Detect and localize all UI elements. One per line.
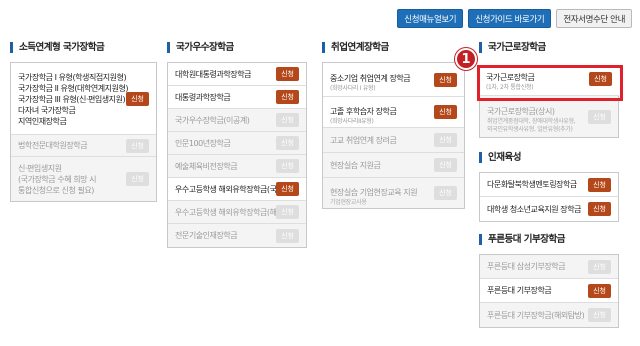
apply-button[interactable]: 신청 [276, 67, 299, 81]
scholarship-row: 전문기술인재장학금 신청 [168, 224, 306, 247]
apply-button-disabled: 신청 [126, 172, 149, 186]
row-label: 법학전문대학원장학금 [18, 141, 88, 150]
apply-button-disabled: 신청 [276, 205, 299, 219]
row-sub: 취업연계중점대학, 장애대학생사유형, [487, 118, 576, 125]
group-line: 지역인재장학금 [18, 116, 67, 126]
row-label: 예술체육비전장학금 [175, 161, 238, 171]
row-label: 고졸 후학습자 장학금 [330, 106, 397, 116]
apply-button[interactable]: 신청 [434, 72, 457, 87]
step-marker: 1 [455, 48, 477, 70]
apply-button[interactable]: 신청 [588, 177, 611, 192]
apply-button[interactable]: 신청 [434, 105, 457, 119]
row-label: 다문화탈북학생멘토링장학금 [487, 180, 577, 189]
e-sign-guide-button[interactable]: 전자서명수단 안내 [556, 9, 632, 28]
group-line: 국가장학금 I 유형(학생직접지원형) [18, 72, 127, 82]
employment-list: 중소기업 취업연계 장학금 (희망사다리 I 유형) 신청 고졸 후학습자 장학… [322, 62, 465, 209]
employment-section-title: 취업연계장학금 [322, 42, 465, 53]
row-label: 우수고등학생 해외유학장학금(해외) [175, 207, 287, 217]
scholarship-row: 고교 취업연계 장려금 신청 [323, 128, 464, 153]
scholarship-row: 국가우수장학금(이공계) 신청 [168, 109, 306, 132]
scholarship-row[interactable]: 대학생 청소년교육지원 장학금 신청 [480, 197, 618, 221]
row-label: 국가근로장학금(상시) [487, 107, 555, 116]
row-label: 중소기업 취업연계 장학금 [330, 74, 411, 83]
apply-button-disabled: 신청 [588, 109, 611, 124]
apply-button-disabled: 신청 [434, 186, 457, 200]
apply-button[interactable]: 신청 [126, 91, 149, 106]
excellence-list: 대학원대통령과학장학금 신청 대통령과학장학금 신청 국가우수장학금(이공계) … [167, 62, 307, 248]
scholarship-row: 예술체육비전장학금 신청 [168, 155, 306, 178]
row-sub: 기업현장교사용 [330, 198, 367, 206]
excellence-section-title: 국가우수장학금 [167, 42, 307, 53]
row-sub: (희망사다리 I 유형) [330, 85, 376, 92]
scholarship-row: 푸른등대 기부장학금(해외탐방) 신청 [480, 303, 618, 327]
scholarship-row[interactable]: 중소기업 취업연계 장학금 (희망사다리 I 유형) 신청 [323, 63, 464, 97]
scholarship-row[interactable]: 대통령과학장학금 신청 [168, 86, 306, 109]
row-label: 국가우수장학금(이공계) [175, 115, 250, 125]
row-label: 현장실습 지원금 [330, 160, 381, 170]
apply-button[interactable]: 신청 [588, 202, 611, 216]
row-label: 푸른등대 삼성기부장학금 [487, 262, 566, 271]
row-sub: 외국인유학생사유형, 일반유형(추가) [487, 126, 573, 133]
scholarship-row[interactable]: 대학원대통령과학장학금 신청 [168, 63, 306, 86]
talent-list: 다문화탈북학생멘토링장학금 신청 대학생 청소년교육지원 장학금 신청 [479, 172, 619, 222]
apply-button[interactable]: 신청 [276, 182, 299, 196]
scholarship-row: 현장실습 지원금 신청 [323, 153, 464, 178]
dream-section-title: 푸른등대 기부장학금 [479, 234, 619, 245]
row-label: 대학원대통령과학장학금 [175, 69, 252, 79]
work-scholarship-always-row: 국가근로장학금(상시) 취업연계중점대학, 장애대학생사유형, 외국인유학생사유… [479, 96, 619, 138]
scholarship-row[interactable]: 푸른등대 기부장학금 신청 [480, 279, 618, 303]
row-label: 고교 취업연계 장려금 [330, 135, 397, 145]
row-label: 대학생 청소년교육지원 장학금 [487, 204, 582, 214]
excellence-column: 국가우수장학금 대학원대통령과학장학금 신청 대통령과학장학금 신청 국가우수장… [167, 42, 307, 248]
apply-button-disabled: 신청 [434, 133, 457, 147]
apply-button-disabled: 신청 [276, 113, 299, 127]
row-label: 인문100년장학금 [175, 138, 231, 148]
apply-button-disabled: 신청 [588, 308, 611, 322]
work-section-title: 국가근로장학금 [479, 42, 619, 53]
apply-button-disabled: 신청 [276, 136, 299, 150]
apply-button-disabled: 신청 [126, 138, 149, 153]
row-label: 우수고등학생 해외유학장학금(국내) [175, 184, 287, 194]
row-note: (국가장학금 수혜 희망 시 [18, 174, 97, 184]
apply-button-disabled: 신청 [276, 159, 299, 173]
scholarship-row: 현장실습 기업현장교육 지원 기업현장교사용 신청 [323, 178, 464, 208]
talent-section-title: 인재육성 [479, 152, 619, 163]
employment-column: 취업연계장학금 중소기업 취업연계 장학금 (희망사다리 I 유형) 신청 고졸… [322, 42, 465, 209]
scholarship-row[interactable]: 다문화탈북학생멘토링장학금 신청 [480, 173, 618, 197]
scholarship-row: 푸른등대 삼성기부장학금 신청 [480, 255, 618, 279]
group-line: 국가장학금 II 유형(대학연계지원형) [18, 83, 129, 93]
group-line: 국가장학금 III 유형(신·편입생지원) [18, 94, 126, 104]
apply-button[interactable]: 신청 [276, 90, 299, 104]
row-label: 푸른등대 기부장학금(해외탐방) [487, 310, 585, 320]
scholarship-row: 우수고등학생 해외유학장학금(해외) 신청 [168, 201, 306, 224]
new-transfer-student-row: 신·편입생지원 (국가장학금 수혜 희망 시 통합신청으로 신청 필요) 신청 [11, 157, 156, 201]
income-list: 국가장학금 I 유형(학생직접지원형) 국가장학금 II 유형(대학연계지원형)… [10, 62, 157, 202]
apply-button[interactable]: 신청 [588, 283, 611, 298]
apply-button-disabled: 신청 [276, 228, 299, 243]
apply-button-disabled: 신청 [434, 158, 457, 172]
dream-list: 푸른등대 삼성기부장학금 신청 푸른등대 기부장학금 신청 푸른등대 기부장학금… [479, 254, 619, 328]
highlight-frame [477, 65, 623, 101]
row-label: 신·편입생지원 [18, 163, 62, 173]
apply-button-disabled: 신청 [588, 259, 611, 274]
scholarship-row[interactable]: 고졸 후학습자 장학금 (희망사다리II유형) 신청 [323, 97, 464, 128]
top-button-bar: 신청매뉴얼보기 신청가이드 바로가기 전자서명수단 안내 [397, 9, 632, 28]
menu-guide-button[interactable]: 신청매뉴얼보기 [397, 9, 464, 28]
quick-guide-button[interactable]: 신청가이드 바로가기 [468, 9, 552, 28]
row-label: 현장실습 기업현장교육 지원 [330, 187, 418, 197]
row-label: 전문기술인재장학금 [175, 231, 238, 240]
national-scholarship-group[interactable]: 국가장학금 I 유형(학생직접지원형) 국가장학금 II 유형(대학연계지원형)… [11, 63, 156, 135]
group-line: 다자녀 국가장학금 [18, 105, 76, 115]
income-section-title: 소득연계형 국가장학금 [10, 42, 157, 53]
row-label: 푸른등대 기부장학금 [487, 286, 552, 295]
row-label: 대통령과학장학금 [175, 92, 231, 102]
scholarship-row: 인문100년장학금 신청 [168, 132, 306, 155]
income-column: 소득연계형 국가장학금 국가장학금 I 유형(학생직접지원형) 국가장학금 II… [10, 42, 157, 202]
row-note: 통합신청으로 신청 필요) [18, 185, 94, 195]
law-school-scholarship-row: 법학전문대학원장학금 신청 [11, 135, 156, 157]
row-sub: (희망사다리II유형) [330, 117, 374, 125]
scholarship-row[interactable]: 우수고등학생 해외유학장학금(국내) 신청 [168, 178, 306, 201]
